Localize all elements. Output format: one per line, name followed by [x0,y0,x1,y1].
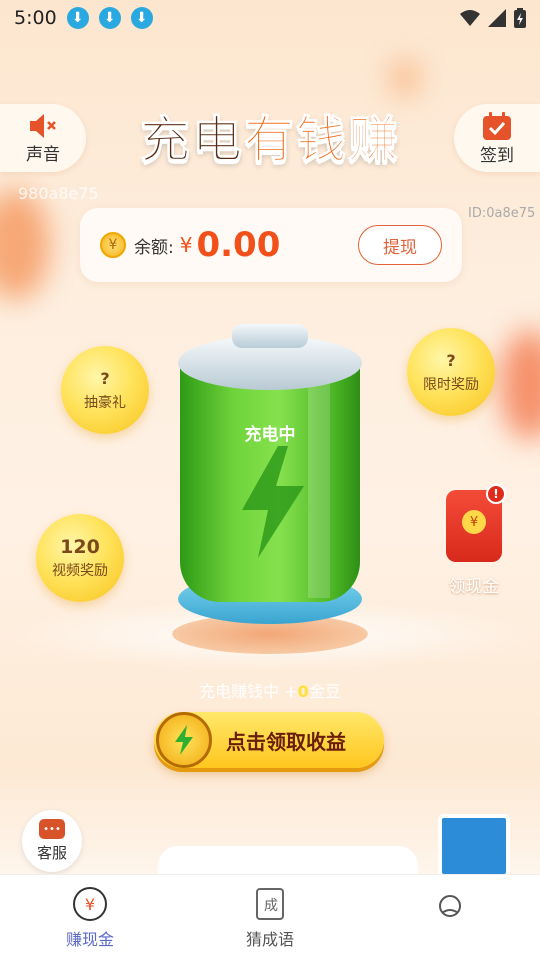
nav-label: 猜成语 [245,929,294,949]
svg-text:¥: ¥ [85,895,95,914]
lightning-icon [242,446,304,558]
status-bar: 5:00 ⬇ ⬇ ⬇ [0,0,540,36]
customer-service-button[interactable]: ••• 客服 [22,810,82,872]
status-time: 5:00 [14,7,57,29]
bubble-label: 抽豪礼 [84,394,126,411]
earning-prefix: 充电赚钱中 + [199,682,298,701]
download-icon: ⬇ [98,7,121,29]
balance-amount: 0.00 [196,225,281,265]
watermark-text: 980a8e75 [18,184,99,203]
page-title: 充电有钱赚 [0,100,540,172]
battery-icon [514,8,526,28]
claim-earnings-button[interactable]: 点击领取收益 [154,712,384,768]
coin-icon: ¥ [100,232,126,258]
withdraw-button[interactable]: 提现 [358,225,442,265]
balance-label: 余额: [134,237,174,258]
currency-symbol: ¥ [179,233,193,257]
claim-label: 点击领取收益 [226,729,346,754]
bottom-nav: ¥ 赚现金 成 猜成语 [0,874,540,960]
nav-label: 赚现金 [65,929,114,949]
battery-cap [232,324,308,348]
battery-shine [308,368,330,598]
video-reward-bubble[interactable]: 120 视频奖励 [36,514,124,602]
partial-app-icon [438,814,510,878]
chat-icon: ••• [39,819,65,839]
background-lantern [500,330,540,440]
nav-item-guess-idiom[interactable]: 成 猜成语 [180,875,360,960]
yuan-icon: ¥ [72,886,108,922]
earning-value: 0 [297,682,309,701]
profile-icon [432,888,468,924]
bubble-value: ? [100,368,110,388]
svg-text:成: 成 [264,898,278,914]
charging-battery: 充电中 [178,324,362,624]
title-part1: 充电 [140,111,244,170]
signal-icon [488,9,506,27]
earning-suffix: 金豆 [308,682,341,701]
wifi-icon [460,10,480,26]
idiom-book-icon: 成 [252,886,288,922]
background-lantern [390,60,420,96]
lightning-coin-icon [156,712,212,768]
device-id-text: ID:0a8e75 [468,206,536,221]
bubble-value: ? [446,350,456,370]
alert-badge: ! [486,484,506,504]
download-icon: ⬇ [130,7,153,29]
balance-card: ¥ 余额: ¥ 0.00 提现 [80,208,462,282]
limited-reward-bubble[interactable]: ? 限时奖励 [407,328,495,416]
bubble-label: 限时奖励 [423,376,479,393]
earning-status: 充电赚钱中 +0金豆 [0,678,540,702]
red-packet-icon[interactable]: ¥ ! [446,484,506,562]
red-packet-label[interactable]: 领现金 [438,572,510,597]
nav-item-earn-cash[interactable]: ¥ 赚现金 [0,875,180,960]
lottery-bubble[interactable]: ? 抽豪礼 [61,346,149,434]
charging-status: 充电中 [244,425,296,445]
title-part2: 有钱赚 [244,111,400,170]
customer-service-label: 客服 [36,844,67,862]
bubble-label: 视频奖励 [52,563,108,579]
nav-item-profile[interactable] [360,875,540,960]
yuan-coin-icon: ¥ [462,510,486,534]
download-icon: ⬇ [66,7,89,29]
bubble-value: 120 [60,536,100,558]
background-lantern [0,190,50,300]
